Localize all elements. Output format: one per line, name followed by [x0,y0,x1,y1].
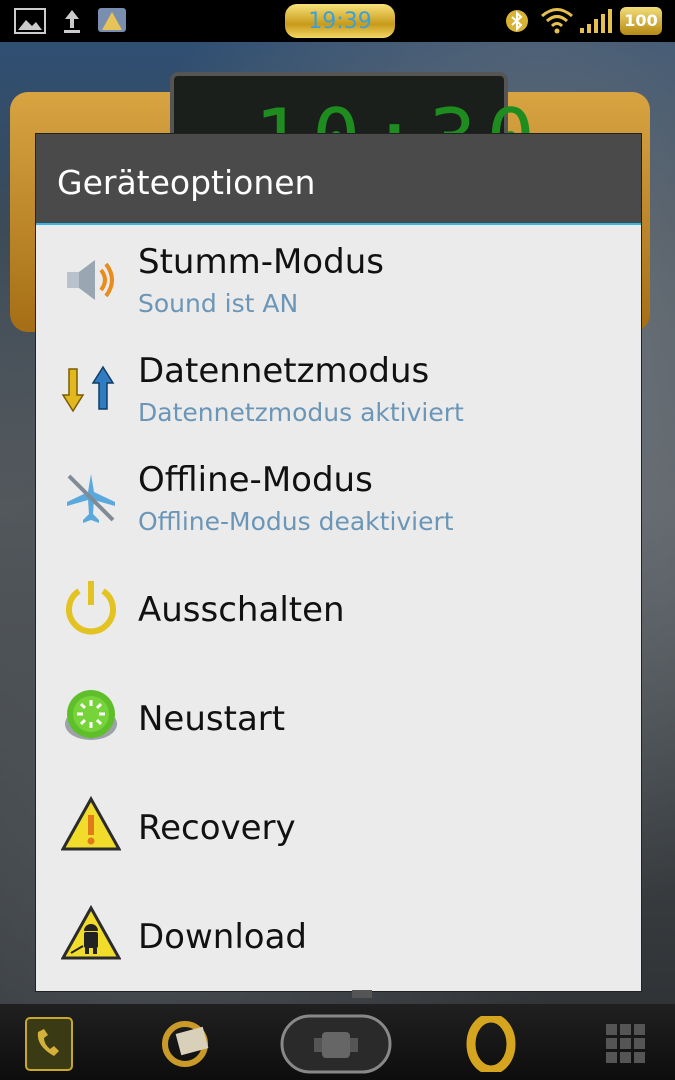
silent-mode-item[interactable]: Stumm-Modus Sound ist AN [36,225,641,334]
warning-icon [61,795,121,851]
item-label: Neustart [138,699,286,739]
android-warning-icon [61,904,121,960]
signal-icon [580,9,612,33]
recovery-item[interactable]: Recovery [36,770,641,879]
time-badge: 19:39 [285,4,395,38]
dialog-header: Geräteoptionen [36,134,641,225]
bluetooth-icon [506,10,528,32]
download-item[interactable]: Download [36,879,641,988]
status-time: 19:39 [308,9,372,34]
contacts-icon[interactable] [152,1016,218,1072]
restart-icon [65,690,117,740]
device-options-dialog: Geräteoptionen Stumm-Modus Sound ist AN … [36,134,641,991]
offline-mode-item[interactable]: Offline-Modus Offline-Modus deaktiviert [36,443,641,552]
dock-handle[interactable] [352,990,372,998]
gallery-icon [14,8,46,34]
upload-icon [64,10,80,33]
app-drawer-icon[interactable] [604,1022,648,1066]
item-label: Ausschalten [138,590,345,630]
item-label: Stumm-Modus [138,242,384,282]
item-label: Download [138,917,308,957]
phone-icon[interactable] [24,1016,74,1072]
power-icon [66,581,116,635]
airplane-off-icon [67,474,115,523]
status-bar: 19:39 100 [0,0,675,42]
battery-indicator: 100 [620,7,662,35]
opera-icon[interactable] [466,1016,516,1072]
wifi-icon [541,8,573,34]
speaker-icon [67,260,114,300]
item-subtitle: Sound ist AN [138,289,299,318]
home-switcher-icon[interactable] [280,1012,392,1076]
item-label: Datennetzmodus [138,351,430,391]
power-off-item[interactable]: Ausschalten [36,552,641,661]
app-icon [98,8,126,32]
item-label: Recovery [138,808,296,848]
item-subtitle: Offline-Modus deaktiviert [138,507,454,536]
restart-item[interactable]: Neustart [36,661,641,770]
dialog-title: Geräteoptionen [57,163,316,202]
item-label: Offline-Modus [138,460,373,500]
data-mode-item[interactable]: Datennetzmodus Datennetzmodus aktiviert [36,334,641,443]
data-arrows-icon [61,365,115,413]
item-subtitle: Datennetzmodus aktiviert [138,398,464,427]
